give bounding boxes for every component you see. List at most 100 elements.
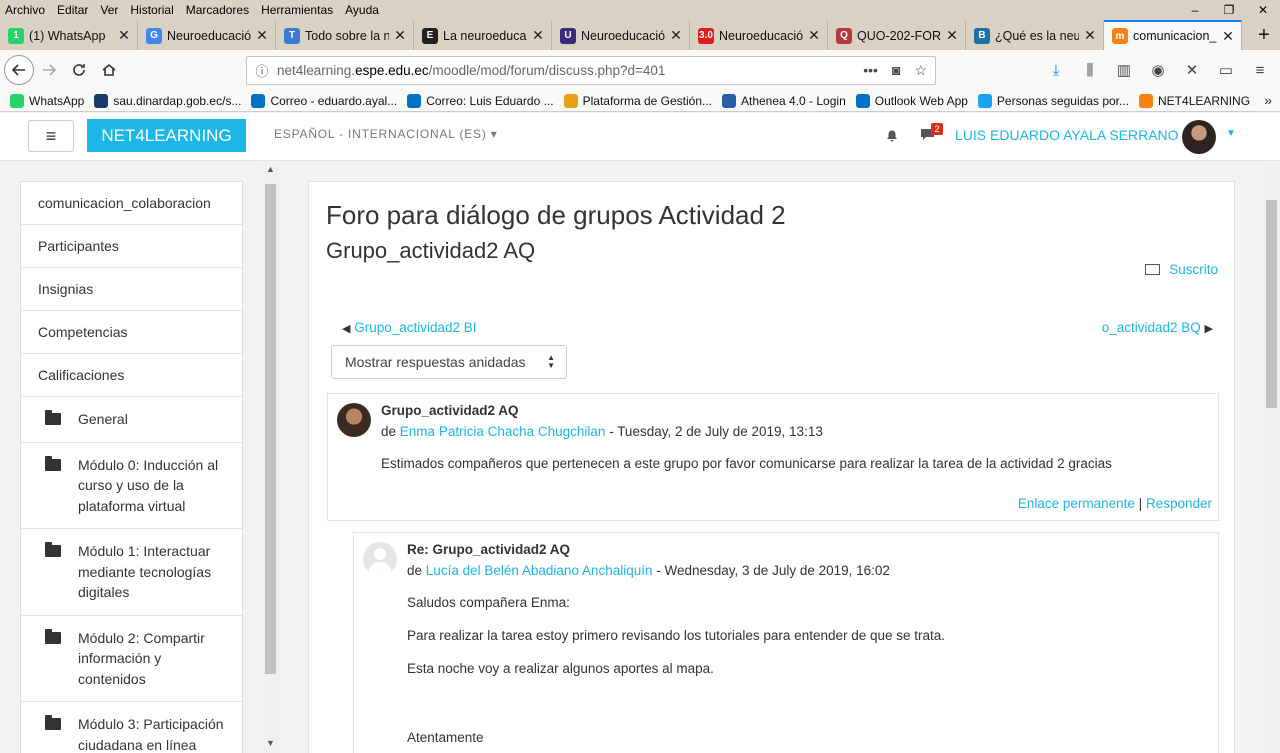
- nav-badges[interactable]: Insignias: [21, 268, 242, 311]
- bookmark-item[interactable]: NET4LEARNING: [1139, 93, 1250, 108]
- browser-tab[interactable]: U Neuroeducació ✕: [552, 21, 690, 50]
- menu-archivo[interactable]: Archivo: [0, 3, 51, 17]
- scroll-down-icon[interactable]: ▼: [266, 738, 275, 748]
- page-scrollbar-thumb[interactable]: [1266, 200, 1277, 408]
- notifications-bell-icon[interactable]: [884, 127, 900, 147]
- drawer-toggle-button[interactable]: ≡: [28, 120, 74, 152]
- browser-tab[interactable]: 1 (1) WhatsApp ✕: [0, 21, 138, 50]
- browser-tab[interactable]: 3.0 Neuroeducació ✕: [690, 21, 828, 50]
- browser-tab[interactable]: m comunicacion_ ✕: [1104, 20, 1242, 50]
- download-icon[interactable]: ⤓: [1044, 62, 1068, 79]
- bookmark-favicon-icon: [722, 93, 736, 108]
- nav-course-home[interactable]: comunicacion_colaboracion: [21, 182, 242, 225]
- language-selector[interactable]: ESPAÑOL - INTERNACIONAL (ES) ▾: [274, 127, 498, 141]
- extension-x-icon[interactable]: ✕: [1180, 61, 1204, 79]
- scroll-up-icon[interactable]: ▲: [266, 164, 275, 174]
- caret-down-icon: ▾: [490, 127, 498, 141]
- nav-competencies[interactable]: Competencias: [21, 311, 242, 354]
- nav-grades[interactable]: Calificaciones: [21, 354, 242, 397]
- post-body-paragraph: Esta noche voy a realizar algunos aporte…: [407, 661, 714, 676]
- account-icon[interactable]: ◉: [1146, 61, 1170, 79]
- back-button[interactable]: [4, 55, 34, 85]
- reply-link[interactable]: Responder: [1146, 496, 1212, 511]
- browser-tab[interactable]: E La neuroeducac ✕: [414, 21, 552, 50]
- close-tab-icon[interactable]: ✕: [1221, 28, 1235, 45]
- reload-button[interactable]: [64, 55, 94, 85]
- nav-participants[interactable]: Participantes: [21, 225, 242, 268]
- bookmark-item[interactable]: Outlook Web App: [855, 93, 968, 108]
- nav-section-modulo-0[interactable]: Módulo 0: Inducción al curso y uso de la…: [21, 443, 242, 529]
- previous-discussion-link[interactable]: ◀ Grupo_actividad2 BI: [342, 320, 477, 335]
- minimize-button[interactable]: –: [1178, 0, 1212, 20]
- forward-button[interactable]: [34, 55, 64, 85]
- app-menu-icon[interactable]: ≡: [1248, 62, 1272, 79]
- close-tab-icon[interactable]: ✕: [1083, 27, 1097, 44]
- menu-herramientas[interactable]: Herramientas: [255, 3, 339, 17]
- bookmark-item[interactable]: Personas seguidas por...: [977, 93, 1129, 108]
- drawer-scrollbar[interactable]: ▲ ▼: [262, 162, 279, 753]
- browser-tab[interactable]: T Todo sobre la n ✕: [276, 21, 414, 50]
- screenshot-icon[interactable]: ▭: [1214, 61, 1238, 79]
- permalink-link[interactable]: Enlace permanente: [1018, 496, 1135, 511]
- nav-section-modulo-2[interactable]: Módulo 2: Compartir información y conten…: [21, 616, 242, 702]
- close-tab-icon[interactable]: ✕: [117, 27, 131, 44]
- bookmark-item[interactable]: sau.dinardap.gob.ec/s...: [94, 93, 241, 108]
- bookmark-label: Correo - eduardo.ayal...: [270, 93, 398, 108]
- author-link[interactable]: Enma Patricia Chacha Chugchilan: [400, 424, 606, 439]
- address-bar[interactable]: ⓘ net4learning. espe.edu.ec/moodle/mod/fo…: [246, 56, 936, 85]
- menu-marcadores[interactable]: Marcadores: [180, 3, 255, 17]
- close-tab-icon[interactable]: ✕: [945, 27, 959, 44]
- browser-tab[interactable]: B ¿Qué es la neur ✕: [966, 21, 1104, 50]
- browser-tab[interactable]: G Neuroeducació ✕: [138, 21, 276, 50]
- restore-button[interactable]: ❐: [1212, 0, 1246, 20]
- close-tab-icon[interactable]: ✕: [531, 27, 545, 44]
- bookmark-item[interactable]: WhatsApp: [10, 93, 84, 108]
- bookmark-item[interactable]: Correo - eduardo.ayal...: [251, 93, 398, 108]
- tab-label: Neuroeducació: [719, 28, 803, 43]
- nav-section-modulo-1[interactable]: Módulo 1: Interactuar mediante tecnologí…: [21, 529, 242, 616]
- folder-icon: [45, 410, 61, 425]
- encyclopedia-icon: E: [422, 27, 438, 44]
- next-discussion-link[interactable]: o_actividad2 BQ ▶: [1102, 320, 1213, 335]
- menu-editar[interactable]: Editar: [51, 3, 94, 17]
- close-tab-icon[interactable]: ✕: [393, 27, 407, 44]
- site-name-button[interactable]: NET4LEARNING: [87, 119, 246, 152]
- site-info-icon[interactable]: ⓘ: [247, 61, 277, 80]
- bookmark-item[interactable]: Correo: Luis Eduardo ...: [407, 93, 554, 108]
- user-menu-caret-icon[interactable]: ▼: [1226, 128, 1236, 139]
- subscription-toggle[interactable]: Suscrito: [1145, 262, 1218, 277]
- author-avatar[interactable]: [337, 403, 371, 437]
- tab-label: comunicacion_: [1133, 29, 1217, 43]
- display-mode-select[interactable]: Mostrar respuestas anidadas ▲ ▼: [331, 345, 567, 379]
- new-tab-button[interactable]: +: [1250, 21, 1278, 50]
- drawer-scrollbar-thumb[interactable]: [265, 184, 276, 674]
- nav-section-general[interactable]: General: [21, 397, 242, 443]
- menu-ayuda[interactable]: Ayuda: [339, 3, 385, 17]
- default-user-avatar-icon[interactable]: [363, 542, 397, 576]
- menu-ver[interactable]: Ver: [94, 3, 124, 17]
- bookmark-item[interactable]: Plataforma de Gestión...: [563, 93, 712, 108]
- forum-post-reply: Re: Grupo_actividad2 AQ de Lucía del Bel…: [353, 532, 1219, 753]
- user-menu-name[interactable]: LUIS EDUARDO AYALA SERRANO: [955, 127, 1179, 143]
- library-icon[interactable]: ⫼: [1078, 62, 1102, 79]
- sidebar-toggle-icon[interactable]: ▥: [1112, 61, 1136, 79]
- close-window-button[interactable]: ✕: [1246, 0, 1280, 20]
- close-tab-icon[interactable]: ✕: [255, 27, 269, 44]
- menu-historial[interactable]: Historial: [124, 3, 179, 17]
- author-link[interactable]: Lucía del Belén Abadiano Anchaliquín: [426, 563, 653, 578]
- nav-section-modulo-3[interactable]: Módulo 3: Participación ciudadana en lín…: [21, 702, 242, 753]
- page-actions-icon[interactable]: •••: [863, 62, 878, 79]
- user-avatar[interactable]: [1182, 120, 1216, 154]
- discussion-title: Grupo_actividad2 AQ: [326, 238, 536, 263]
- bookmarks-overflow-icon[interactable]: »: [1264, 92, 1272, 108]
- close-tab-icon[interactable]: ✕: [669, 27, 683, 44]
- pocket-icon[interactable]: ◙: [892, 62, 900, 79]
- post-date: - Wednesday, 3 de July de 2019, 16:02: [656, 563, 890, 578]
- browser-tab[interactable]: Q QUO-202-FORF ✕: [828, 21, 966, 50]
- home-button[interactable]: [94, 55, 124, 85]
- tab-label: QUO-202-FORF: [857, 28, 941, 43]
- close-tab-icon[interactable]: ✕: [807, 27, 821, 44]
- bookmark-star-icon[interactable]: ☆: [914, 62, 927, 79]
- page-scrollbar[interactable]: [1263, 162, 1280, 753]
- bookmark-item[interactable]: Athenea 4.0 - Login: [722, 93, 846, 108]
